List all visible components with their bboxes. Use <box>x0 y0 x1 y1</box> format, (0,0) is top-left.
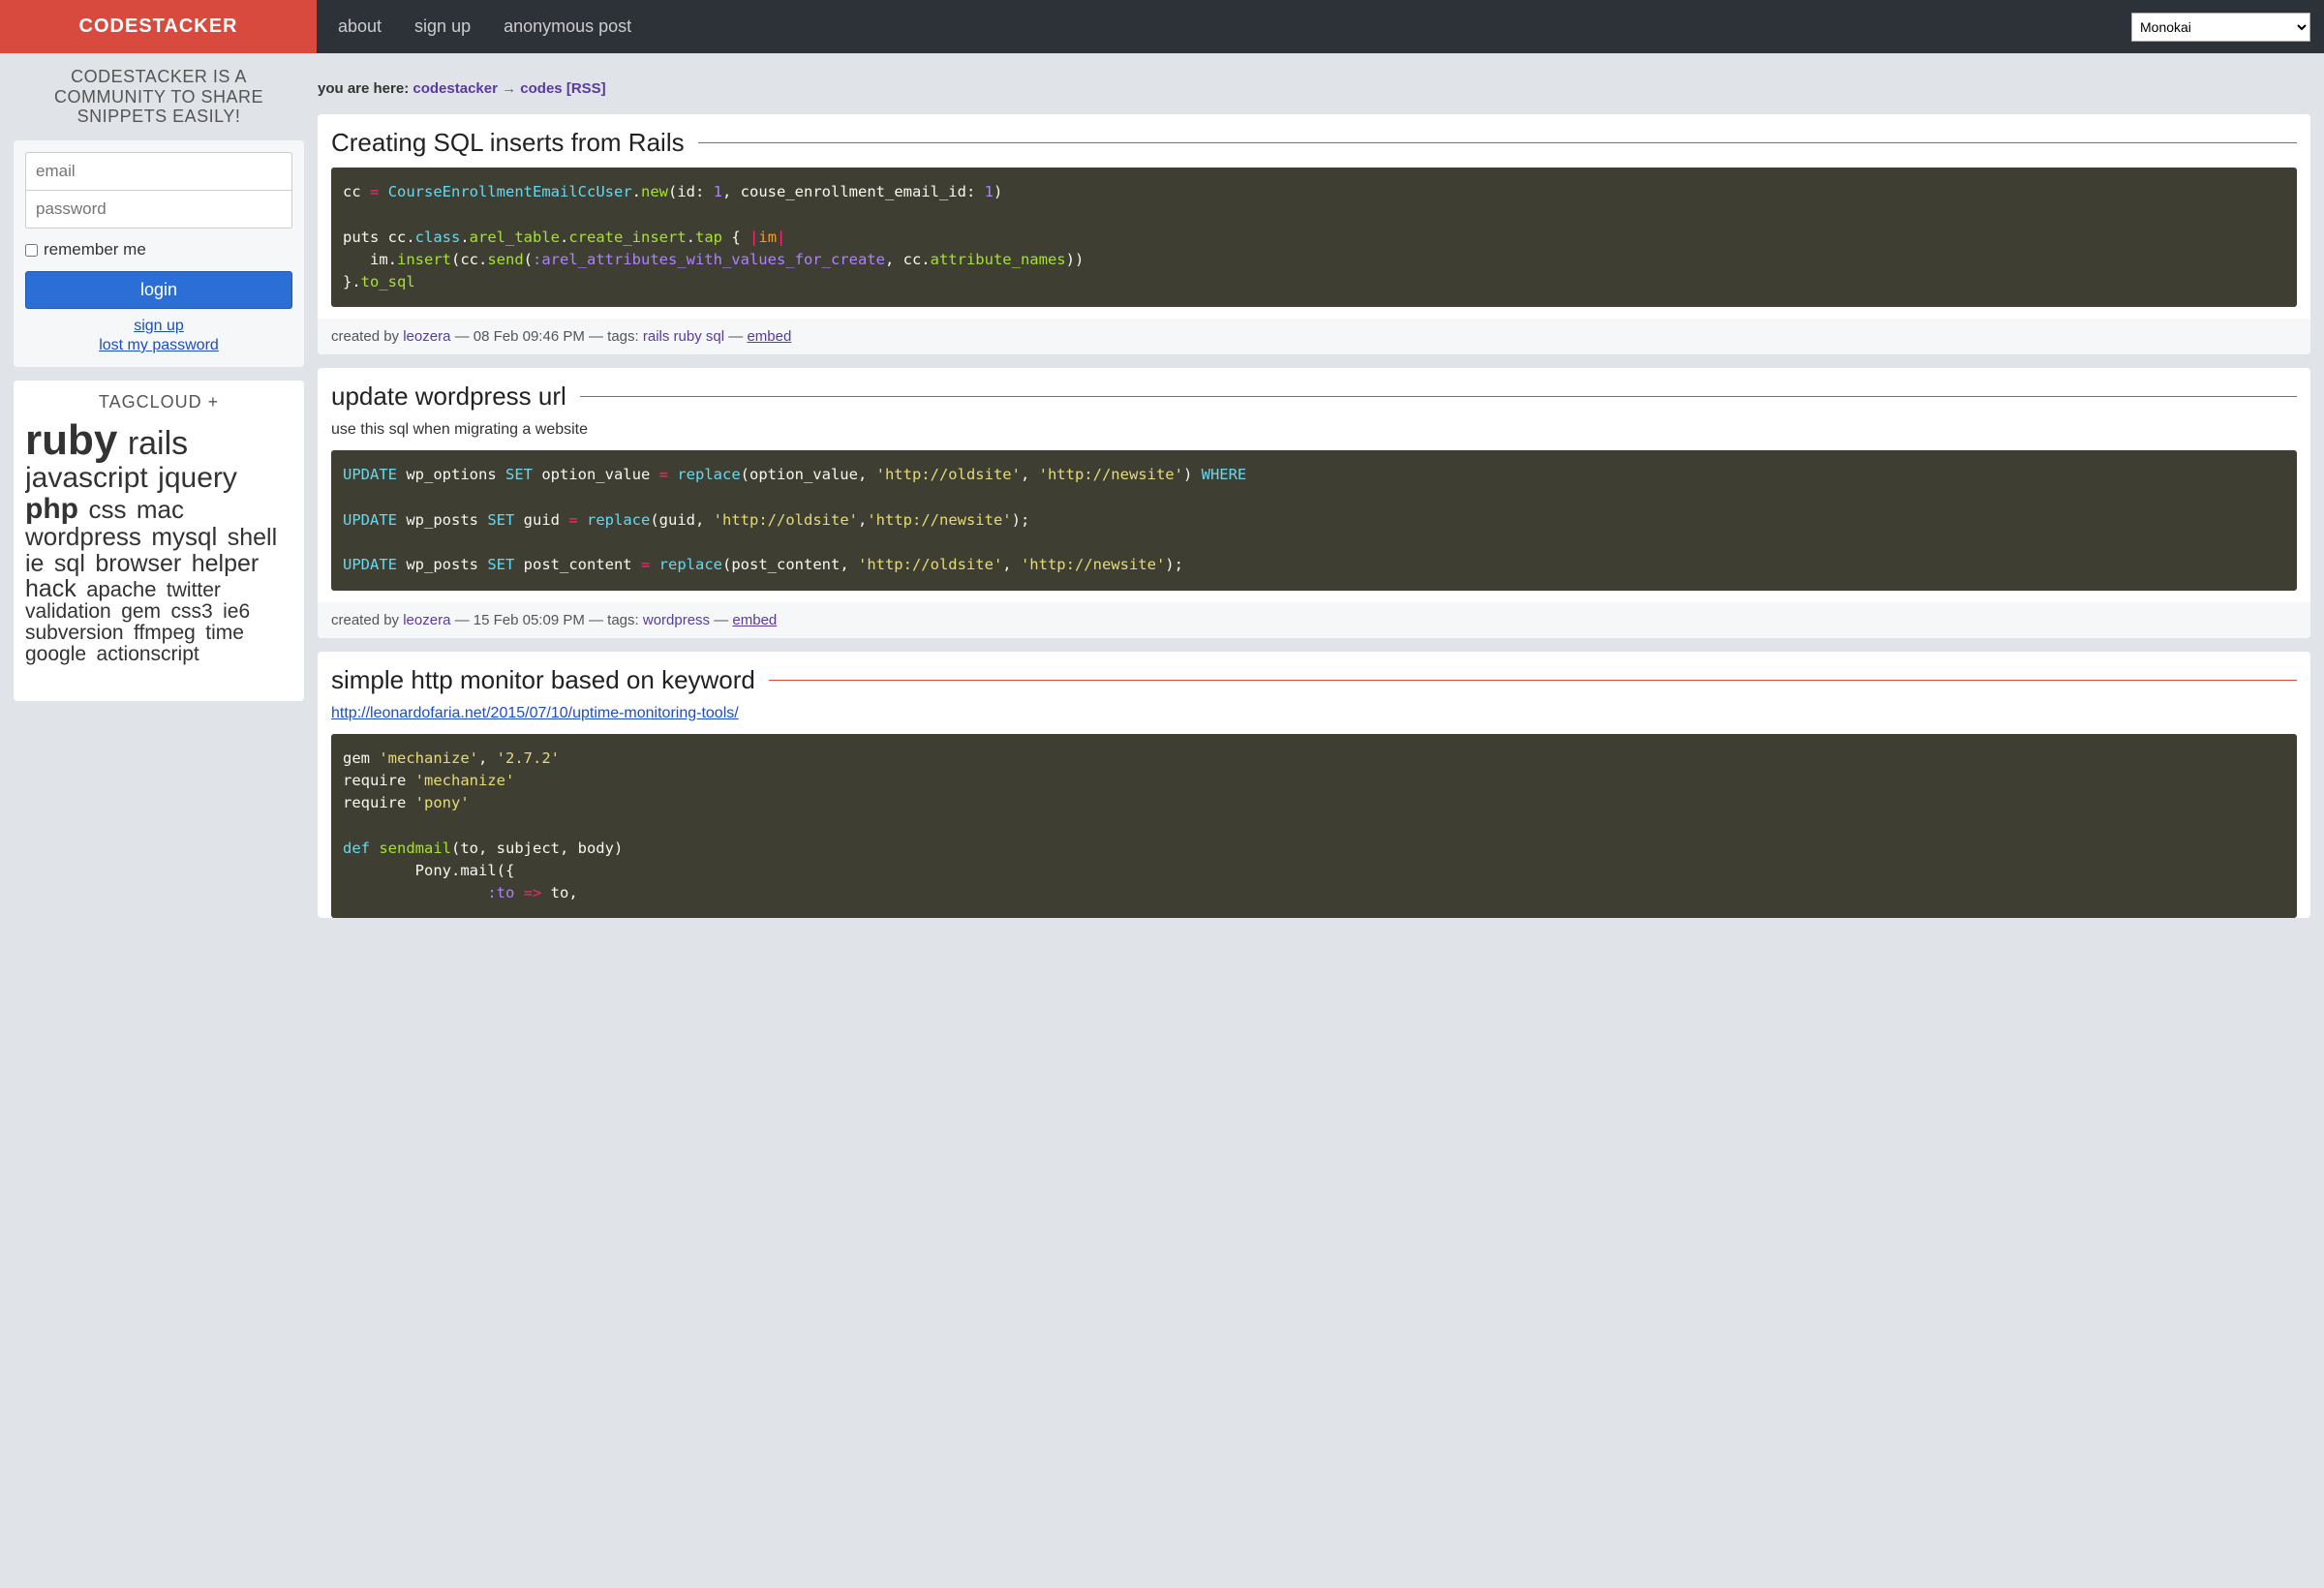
tag-helper[interactable]: helper <box>192 550 260 577</box>
tag-link[interactable]: wordpress <box>643 612 710 628</box>
main-content: you are here: codestacker → codes [RSS] … <box>318 67 2310 931</box>
snippet-meta: created by leozera — 15 Feb 05:09 PM — t… <box>318 602 2310 638</box>
title-rule <box>580 396 2297 397</box>
snippet-description: use this sql when migrating a website <box>318 421 2310 450</box>
embed-link[interactable]: embed <box>732 612 777 628</box>
author-link[interactable]: leozera <box>403 328 450 345</box>
breadcrumb-home[interactable]: codestacker <box>413 80 498 97</box>
brand-logo[interactable]: CODESTACKER <box>0 0 317 53</box>
password-input[interactable] <box>25 191 292 229</box>
email-input[interactable] <box>25 152 292 191</box>
snippet-title[interactable]: simple http monitor based on keyword <box>331 665 755 695</box>
snippet-card: update wordpress url use this sql when mi… <box>318 368 2310 637</box>
tag-hack[interactable]: hack <box>25 575 76 602</box>
author-link[interactable]: leozera <box>403 612 450 628</box>
signup-link[interactable]: sign up <box>134 318 184 334</box>
title-rule <box>769 680 2297 681</box>
tagcloud-title[interactable]: TAGCLOUD + <box>25 392 292 412</box>
tag-apache[interactable]: apache <box>86 577 156 601</box>
remember-me-text: remember me <box>44 240 146 260</box>
login-card: remember me login sign up lost my passwo… <box>14 140 304 367</box>
tagcloud-card: TAGCLOUD + ruby rails javascript jquery … <box>14 381 304 701</box>
tag-actionscript[interactable]: actionscript <box>97 643 199 665</box>
tag-mysql[interactable]: mysql <box>151 522 217 551</box>
tag-gem[interactable]: gem <box>121 600 161 623</box>
tag-google[interactable]: google <box>25 643 86 665</box>
tag-rails[interactable]: rails <box>128 425 188 462</box>
breadcrumb-rss[interactable]: [RSS] <box>566 80 606 97</box>
snippet-card: Creating SQL inserts from Rails cc = Cour… <box>318 114 2310 354</box>
remember-me-checkbox[interactable] <box>25 244 38 257</box>
tag-shell[interactable]: shell <box>228 524 277 551</box>
breadcrumb-arrow: → <box>502 80 516 97</box>
nav-about[interactable]: about <box>338 16 382 37</box>
code-block[interactable]: cc = CourseEnrollmentEmailCcUser.new(id:… <box>331 168 2297 307</box>
code-block[interactable]: gem 'mechanize', '2.7.2' require 'mechan… <box>331 734 2297 919</box>
nav-anonymous-post[interactable]: anonymous post <box>504 16 631 37</box>
top-nav: about sign up anonymous post <box>338 16 631 37</box>
theme-select-wrap: Monokai <box>2131 13 2310 42</box>
remember-me-label[interactable]: remember me <box>25 240 292 260</box>
snippet-card: simple http monitor based on keyword http… <box>318 652 2310 919</box>
topbar: CODESTACKER about sign up anonymous post… <box>0 0 2324 53</box>
tag-javascript[interactable]: javascript <box>25 462 148 494</box>
tag-twitter[interactable]: twitter <box>167 579 221 601</box>
tag-subversion[interactable]: subversion <box>25 622 124 644</box>
tag-browser[interactable]: browser <box>95 550 181 577</box>
tagcloud: ruby rails javascript jquery php css mac… <box>25 418 292 689</box>
tag-link[interactable]: rails <box>643 328 670 345</box>
breadcrumb-label: you are here: <box>318 80 409 97</box>
embed-link[interactable]: embed <box>747 328 791 345</box>
nav-signup[interactable]: sign up <box>414 16 471 37</box>
tag-ie6[interactable]: ie6 <box>223 600 250 623</box>
code-block[interactable]: UPDATE wp_options SET option_value = rep… <box>331 450 2297 590</box>
snippet-title[interactable]: update wordpress url <box>331 382 566 412</box>
tag-ie[interactable]: ie <box>25 550 44 577</box>
tag-sql[interactable]: sql <box>54 550 85 577</box>
tag-php[interactable]: php <box>25 493 78 525</box>
snippet-meta: created by leozera — 08 Feb 09:46 PM — t… <box>318 319 2310 354</box>
sidebar: CODESTACKER IS A COMMUNITY TO SHARE SNIP… <box>14 67 304 701</box>
breadcrumb-current[interactable]: codes <box>520 80 562 97</box>
login-button[interactable]: login <box>25 271 292 309</box>
snippet-title[interactable]: Creating SQL inserts from Rails <box>331 128 685 158</box>
breadcrumb: you are here: codestacker → codes [RSS] <box>318 67 2310 101</box>
tag-link[interactable]: sql <box>706 328 724 345</box>
tag-css3[interactable]: css3 <box>171 600 213 623</box>
tag-wordpress[interactable]: wordpress <box>25 522 141 551</box>
snippet-desc-link[interactable]: http://leonardofaria.net/2015/07/10/upti… <box>331 705 739 721</box>
tag-ruby[interactable]: ruby <box>25 418 117 464</box>
tagline: CODESTACKER IS A COMMUNITY TO SHARE SNIP… <box>14 67 304 127</box>
tag-ffmpeg[interactable]: ffmpeg <box>134 622 196 644</box>
theme-select[interactable]: Monokai <box>2131 13 2310 42</box>
tag-mac[interactable]: mac <box>137 495 184 524</box>
tag-validation[interactable]: validation <box>25 600 111 623</box>
tag-css[interactable]: css <box>88 495 126 524</box>
lost-password-link[interactable]: lost my password <box>99 337 219 353</box>
tag-jquery[interactable]: jquery <box>158 462 237 494</box>
tag-time[interactable]: time <box>205 622 244 644</box>
tag-link[interactable]: ruby <box>674 328 702 345</box>
title-rule <box>698 142 2297 143</box>
